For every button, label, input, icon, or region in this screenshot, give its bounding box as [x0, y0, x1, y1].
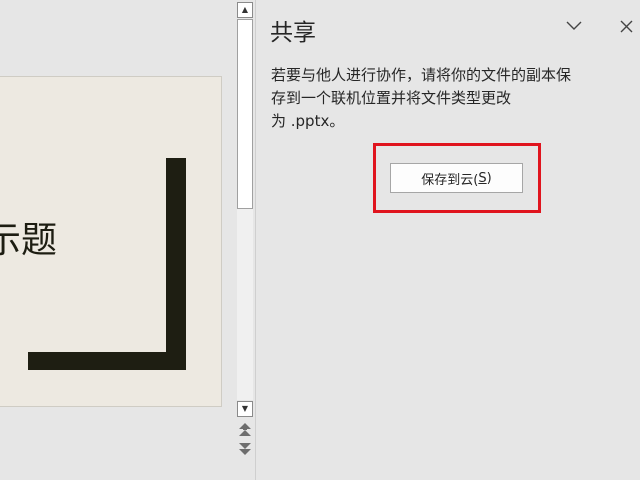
next-slide-button[interactable]: [237, 441, 253, 457]
scroll-track[interactable]: [237, 19, 253, 400]
pane-close-button[interactable]: [614, 14, 638, 38]
scroll-thumb[interactable]: [237, 19, 253, 209]
double-arrow-up-icon: [239, 423, 251, 436]
previous-slide-button[interactable]: [237, 422, 253, 438]
slide-decoration-horizontal-bar[interactable]: [28, 352, 186, 370]
save-to-cloud-button[interactable]: 保存到云(S): [390, 163, 523, 193]
save-button-label-suffix: ): [486, 170, 492, 186]
slide-canvas[interactable]: 示题: [0, 76, 222, 407]
share-pane: 共享 若要与他人进行协作，请将你的文件的副本保 存到一个联机位置并将文件类型更改…: [257, 0, 640, 480]
share-description: 若要与他人进行协作，请将你的文件的副本保 存到一个联机位置并将文件类型更改 为 …: [271, 64, 635, 133]
double-arrow-down-icon: [239, 443, 251, 455]
scroll-up-button[interactable]: ▲: [237, 2, 253, 18]
chevron-down-icon: [566, 21, 582, 30]
vertical-scrollbar[interactable]: ▲ ▼: [234, 0, 256, 480]
slide-title-text[interactable]: 示题: [0, 211, 57, 263]
scroll-down-button[interactable]: ▼: [237, 401, 253, 417]
description-line: 若要与他人进行协作，请将你的文件的副本保: [271, 66, 572, 84]
slide-decoration-vertical-bar[interactable]: [166, 158, 186, 370]
save-button-label-prefix: 保存到云(: [421, 172, 479, 188]
triangle-up-icon: ▲: [241, 5, 249, 14]
triangle-down-icon: ▼: [241, 404, 249, 413]
slide-editor[interactable]: 示题: [0, 0, 234, 480]
description-line: 为 .pptx。: [271, 112, 345, 130]
description-line: 存到一个联机位置并将文件类型更改: [271, 89, 512, 107]
pane-title: 共享: [270, 20, 316, 46]
close-icon: [620, 20, 632, 32]
save-button-accesskey: S: [478, 170, 487, 186]
pane-options-button[interactable]: [562, 14, 586, 38]
